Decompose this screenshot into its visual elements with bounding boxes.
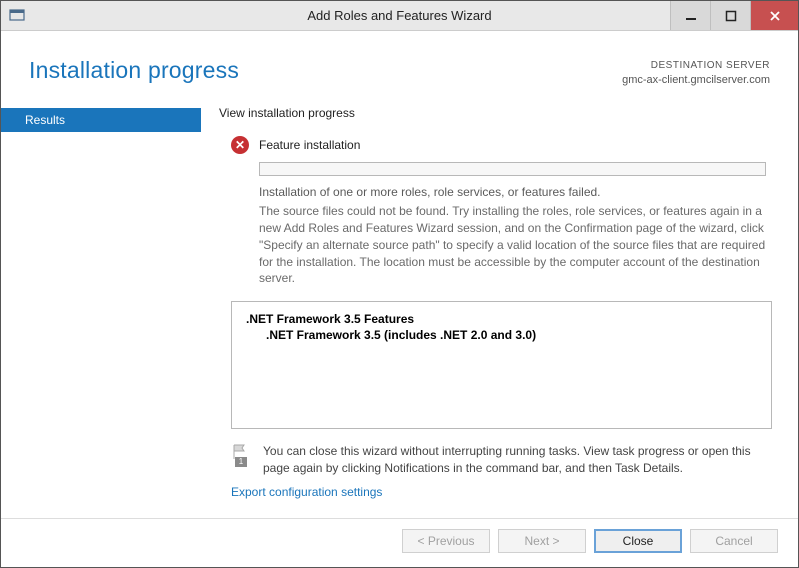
error-detail: The source files could not be found. Try… [259,203,772,287]
export-settings-link[interactable]: Export configuration settings [231,485,778,499]
flag-icon: 1 [231,443,251,465]
feature-child: .NET Framework 3.5 (includes .NET 2.0 an… [266,328,757,342]
feature-list[interactable]: .NET Framework 3.5 Features .NET Framewo… [231,301,772,429]
titlebar: Add Roles and Features Wizard [1,1,798,31]
cancel-button: Cancel [690,529,778,553]
destination-value: gmc-ax-client.gmcilserver.com [622,73,770,88]
wizard-main: View installation progress ✕ Feature ins… [201,106,798,518]
window-buttons [670,1,798,30]
notification-badge: 1 [235,457,247,467]
wizard-sidebar: Results [1,106,201,518]
close-button[interactable]: Close [594,529,682,553]
page-heading: Installation progress [29,57,239,88]
progress-bar [259,162,766,176]
destination-label: DESTINATION SERVER [622,59,770,73]
status-label: Feature installation [259,138,360,152]
maximize-button[interactable] [710,1,750,30]
error-icon: ✕ [231,136,249,154]
next-button: Next > [498,529,586,553]
wizard-header: Installation progress DESTINATION SERVER… [1,31,798,106]
info-text: You can close this wizard without interr… [263,443,772,477]
close-window-button[interactable] [750,1,798,30]
wizard-footer: < Previous Next > Close Cancel [1,518,798,562]
previous-button: < Previous [402,529,490,553]
minimize-button[interactable] [670,1,710,30]
error-message: Installation of one or more roles, role … [259,184,772,287]
section-title: View installation progress [219,106,778,120]
status-row: ✕ Feature installation [231,136,778,154]
wizard-body: Results View installation progress ✕ Fea… [1,106,798,518]
feature-parent: .NET Framework 3.5 Features [246,312,757,326]
destination-server: DESTINATION SERVER gmc-ax-client.gmcilse… [622,57,770,88]
error-summary: Installation of one or more roles, role … [259,184,772,201]
sidebar-item-results[interactable]: Results [1,108,201,132]
app-icon [9,8,25,24]
info-row: 1 You can close this wizard without inte… [231,443,772,477]
